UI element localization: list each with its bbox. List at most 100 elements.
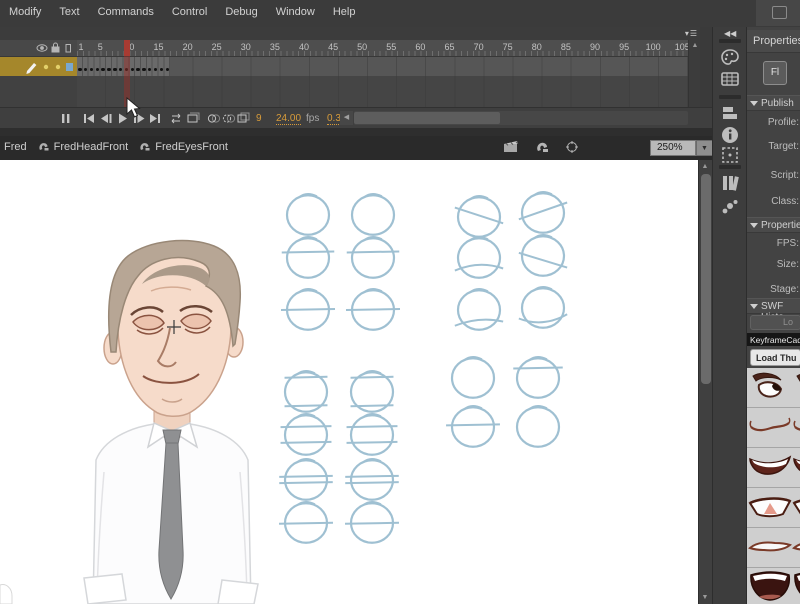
breadcrumb-item-FredHeadFront[interactable]: FredHeadFront xyxy=(54,136,129,153)
eye-sketch[interactable] xyxy=(285,371,328,412)
eye-sketch[interactable] xyxy=(346,289,400,330)
menu-commands[interactable]: Commands xyxy=(89,0,163,18)
edit-multiple-frames-icon[interactable] xyxy=(238,113,249,122)
menu-modify[interactable]: Modify xyxy=(0,0,50,18)
eye-sketch[interactable] xyxy=(352,194,394,235)
eye-sketch[interactable] xyxy=(282,237,335,278)
edit-symbols-icon[interactable] xyxy=(534,140,550,154)
stage-canvas[interactable]: ▲ ▼ xyxy=(0,160,712,604)
onion-skin-outlines-icon[interactable] xyxy=(223,115,234,122)
scene-icon[interactable] xyxy=(503,140,519,154)
library-icon[interactable] xyxy=(720,173,740,193)
current-frame-value[interactable]: 9 xyxy=(256,113,262,124)
align-icon[interactable] xyxy=(720,103,740,123)
section-swf-history[interactable]: SWF Histo xyxy=(747,298,800,314)
mouth-thumbnail-flat-mouth[interactable] xyxy=(747,530,800,568)
playhead-marker[interactable] xyxy=(124,40,131,56)
stage-scroll-up-icon[interactable]: ▲ xyxy=(699,161,711,172)
breadcrumb-item-Fred[interactable]: Fred xyxy=(4,136,27,153)
center-frame-icon[interactable] xyxy=(62,114,69,123)
layer-outline-color-chip[interactable] xyxy=(66,63,73,71)
collapse-panels-icon[interactable]: ◀◀ xyxy=(724,29,736,38)
menu-help[interactable]: Help xyxy=(324,0,365,18)
stage-vertical-scrollbar[interactable]: ▲ ▼ xyxy=(698,160,713,604)
menu-text[interactable]: Text xyxy=(50,0,88,18)
eye-sketch[interactable] xyxy=(351,371,394,412)
mouth-thumbnail-open-smile[interactable] xyxy=(747,450,800,488)
mouth-thumbnail-eye[interactable] xyxy=(747,370,800,408)
info-icon[interactable] xyxy=(720,125,740,145)
eye-sketch[interactable] xyxy=(347,414,398,455)
keyframe-caddy-title[interactable]: KeyframeCadd xyxy=(747,333,800,346)
section-properties[interactable]: Properties xyxy=(747,217,800,233)
stage-scroll-thumb[interactable] xyxy=(701,174,711,384)
elapsed-time-value[interactable]: 0.3 xyxy=(327,113,341,125)
keyframe-dot-1 xyxy=(78,68,81,71)
go-to-last-frame-button[interactable] xyxy=(150,114,160,123)
loop-playback-icon[interactable] xyxy=(172,114,180,123)
eye-sketch[interactable] xyxy=(347,237,400,278)
tab-properties[interactable]: Properties xyxy=(747,30,800,53)
hscroll-left-icon[interactable]: ◀ xyxy=(340,111,353,125)
eye-sketch[interactable] xyxy=(455,237,503,278)
layer-row-selected[interactable] xyxy=(0,57,77,76)
hscroll-thumb[interactable] xyxy=(354,112,500,124)
step-back-button[interactable] xyxy=(101,114,112,123)
zoom-level-input[interactable]: 250% xyxy=(650,140,696,156)
mouth-thumbnail-thin-smile[interactable] xyxy=(747,410,800,448)
panel-menu-icon[interactable]: ▾☰ xyxy=(685,29,698,38)
character-fred[interactable] xyxy=(0,241,258,604)
eye-sketch[interactable] xyxy=(279,502,333,543)
lock-icon[interactable] xyxy=(52,43,59,52)
panel-group-label xyxy=(719,95,741,99)
timeline-header-strip xyxy=(0,27,712,40)
eye-sketch[interactable] xyxy=(281,414,332,455)
eye-sketch[interactable] xyxy=(446,406,500,447)
mouth-thumbnail-teeth-grin[interactable] xyxy=(747,490,800,528)
transform-icon[interactable] xyxy=(720,145,740,165)
color-palette-icon[interactable] xyxy=(720,47,740,67)
swatches-icon[interactable] xyxy=(720,69,740,89)
frame-rate-value[interactable]: 24.00 xyxy=(276,113,301,125)
visibility-eye-icon[interactable] xyxy=(37,45,47,51)
eye-sketch[interactable] xyxy=(519,192,567,233)
layer-visible-dot[interactable] xyxy=(44,65,48,69)
ruler-label-50: 50 xyxy=(357,42,367,52)
eye-sketch[interactable] xyxy=(279,459,333,500)
eye-sketch[interactable] xyxy=(513,357,562,398)
chevron-down-icon xyxy=(750,304,758,309)
eye-sketch[interactable] xyxy=(452,357,494,398)
zoom-dropdown-icon[interactable]: ▼ xyxy=(696,140,713,156)
motion-editor-icon[interactable] xyxy=(720,197,740,217)
eye-sketch[interactable] xyxy=(455,289,503,330)
go-to-first-frame-button[interactable] xyxy=(84,114,94,123)
symbol-icon xyxy=(138,140,151,153)
timeline-horizontal-scrollbar[interactable] xyxy=(354,111,688,125)
history-log-button[interactable]: Lo xyxy=(750,315,800,330)
mouth-thumbnail-wide-open[interactable] xyxy=(747,570,800,604)
center-stage-icon[interactable] xyxy=(564,140,580,154)
eye-sketch[interactable] xyxy=(345,459,399,500)
eye-sketch[interactable] xyxy=(455,196,503,237)
ruler-label-15: 15 xyxy=(153,42,163,52)
load-thumbnails-button[interactable]: Load Thu xyxy=(750,349,800,366)
menu-control[interactable]: Control xyxy=(163,0,216,18)
eye-sketch[interactable] xyxy=(519,287,567,328)
window-controls[interactable] xyxy=(756,0,800,26)
menu-debug[interactable]: Debug xyxy=(216,0,266,18)
breadcrumb-item-FredEyesFront[interactable]: FredEyesFront xyxy=(155,136,228,153)
eye-sketch[interactable] xyxy=(287,194,329,235)
section-publish[interactable]: Publish xyxy=(747,95,800,111)
eye-sketch-grid[interactable] xyxy=(279,192,567,543)
frame-ruler[interactable]: 1510152025303540455055606570758085909510… xyxy=(77,40,688,57)
eye-sketch[interactable] xyxy=(345,502,399,543)
outline-box-icon[interactable] xyxy=(66,45,71,53)
onion-skin-icon[interactable] xyxy=(208,115,219,122)
eye-sketch[interactable] xyxy=(281,289,335,330)
eye-sketch[interactable] xyxy=(519,235,567,276)
eye-sketch[interactable] xyxy=(517,406,559,447)
layer-unlocked-dot[interactable] xyxy=(56,65,60,69)
loop-range-icon[interactable] xyxy=(188,113,199,122)
menu-window[interactable]: Window xyxy=(267,0,324,18)
stage-scroll-down-icon[interactable]: ▼ xyxy=(699,592,711,603)
